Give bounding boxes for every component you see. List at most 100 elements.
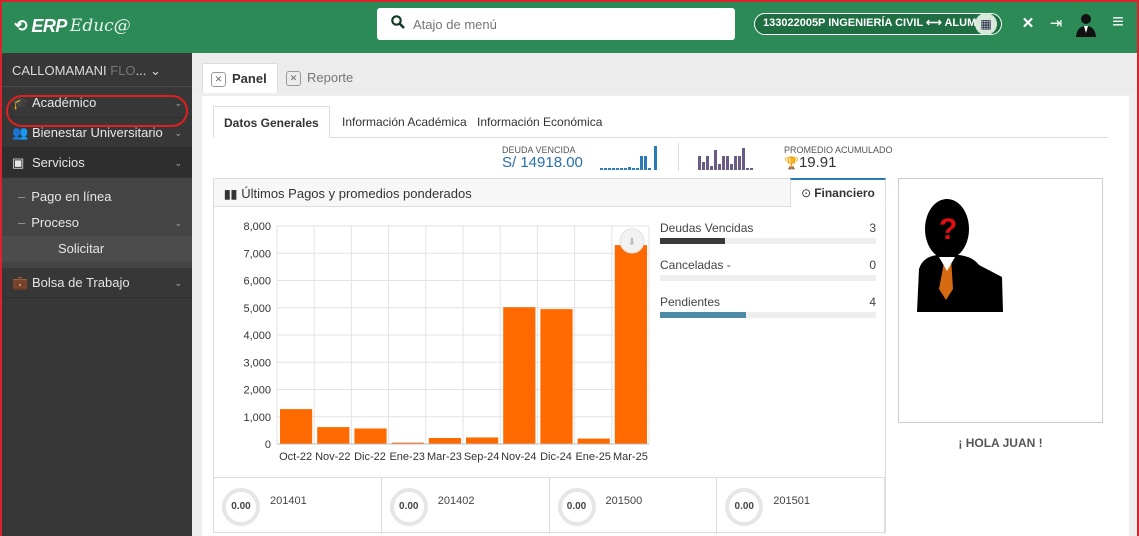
sidebar-user[interactable]: CALLOMAMANI FLO... ⌄ [0, 53, 192, 87]
stat-label: Canceladas - [660, 258, 731, 272]
kpi-separator [678, 143, 679, 171]
stat-row: Pendientes 4 [660, 295, 876, 332]
sidebar-item-label: Pago en línea [31, 189, 112, 204]
bar[interactable] [503, 307, 536, 444]
sidebar-item-bolsa-de-trabajo[interactable]: 💼 Bolsa de Trabajo ⌄ [0, 268, 192, 298]
stat-bar [660, 312, 876, 318]
brand-logo[interactable]: ⟲ ERP Educ@ [14, 13, 131, 39]
y-tick-label: 2,000 [243, 385, 271, 397]
stat-value: 0 [869, 258, 876, 272]
unknown-person-silhouette: ? [917, 199, 1003, 312]
tab-reporte[interactable]: ✕ Reporte [278, 63, 363, 93]
period-averages: 0.00 201401 0.00 201402 0.00 201500 0.00 201501 [214, 477, 885, 534]
sidebar-item-label: Servicios [32, 155, 85, 170]
sidebar-user-blur: FLO [110, 63, 136, 78]
y-tick-label: 5,000 [243, 303, 271, 315]
period-code: 201402 [437, 495, 475, 507]
clock-icon: ⊙ [801, 186, 812, 200]
servicios-submenu: – Pago en línea – Proceso ⌄ Solicitar [0, 178, 192, 268]
x-tick-label: Ene-25 [575, 451, 610, 463]
kpi-value: 19.91 [798, 154, 837, 171]
y-tick-label: 0 [265, 439, 271, 451]
chart-title: ▮▮ Últimos Pagos y promedios ponderados [224, 186, 472, 201]
sidebar-item-label: Bienestar Universitario [32, 125, 163, 140]
search-icon [391, 15, 405, 33]
trophy-icon: 🏆 [784, 156, 799, 170]
y-tick-label: 7,000 [243, 248, 271, 260]
panel: Datos Generales Información Académica In… [202, 96, 1129, 536]
chevron-down-icon: ⌄ [174, 278, 182, 288]
sidebar-item-servicios[interactable]: ▣ Servicios ⌄ [0, 148, 192, 178]
bar[interactable] [614, 245, 647, 444]
x-tick-label: Mar-23 [427, 451, 462, 463]
briefcase-icon: 💼 [12, 275, 29, 290]
y-tick-label: 6,000 [243, 276, 271, 288]
page-tabs: ✕ Panel ✕ Reporte [192, 53, 1139, 93]
user-role-badge[interactable]: 133022005P INGENIERÍA CIVIL ⟷ ALUMNO [754, 13, 1002, 35]
kpi-value-wrap: 🏆19.91 [784, 154, 893, 171]
bar[interactable] [317, 427, 350, 444]
x-tick-label: Nov-24 [501, 451, 536, 463]
top-bar: ⟲ ERP Educ@ 133022005P INGENIERÍA CIVIL … [0, 0, 1139, 53]
period-card: 0.00 201402 [382, 478, 550, 534]
tab-informacion-academica[interactable]: Información Académica [332, 106, 477, 138]
tab-financiero[interactable]: ⊙ Financiero [790, 178, 886, 207]
tab-panel[interactable]: ✕ Panel [202, 63, 278, 93]
sidebar-item-label: Proceso [31, 215, 79, 230]
search-input[interactable] [413, 16, 703, 32]
chart-title-text: Últimos Pagos y promedios ponderados [241, 186, 472, 201]
tab-datos-generales[interactable]: Datos Generales [213, 106, 330, 138]
tab-label: Financiero [814, 186, 875, 200]
period-card: 0.00 201500 [550, 478, 718, 534]
bar[interactable] [540, 309, 573, 444]
kpi-value: S/ 14918.00 [502, 154, 583, 171]
close-icon[interactable]: ✕ [286, 71, 301, 86]
chart-header: ▮▮ Últimos Pagos y promedios ponderados ⊙… [214, 178, 886, 207]
profile-photo: ? [898, 178, 1103, 423]
bar-chart-icon: ▮▮ [224, 187, 238, 201]
x-tick-label: Oct-22 [279, 451, 312, 463]
sidebar-item-pago-en-linea[interactable]: – Pago en línea [0, 184, 192, 210]
period-average-ring: 0.00 [389, 488, 428, 526]
fullscreen-icon[interactable]: ✕ [1017, 13, 1039, 35]
bar[interactable] [428, 438, 461, 444]
greeting: ¡ HOLA JUAN ! [958, 436, 1043, 450]
stat-row: Deudas Vencidas 3 [660, 221, 876, 258]
average-sparkline [698, 148, 760, 170]
sidebar-item-proceso[interactable]: – Proceso ⌄ [0, 210, 192, 236]
period-card: 0.00 201501 [717, 478, 885, 534]
sidebar-item-solicitar[interactable]: Solicitar [0, 236, 192, 262]
brand-wave-icon: ⟲ [14, 18, 28, 35]
bar[interactable] [280, 409, 313, 444]
tab-label: Reporte [307, 70, 354, 85]
tab-label: Panel [232, 71, 267, 86]
stat-label: Pendientes [660, 295, 721, 309]
chevron-down-icon: ⌄ [174, 158, 182, 168]
stat-value: 3 [869, 221, 876, 235]
y-tick-label: 8,000 [243, 221, 271, 233]
sidebar-item-label: Bolsa de Trabajo [32, 275, 130, 290]
period-code: 201401 [270, 495, 307, 507]
sidebar-item-label: Solicitar [58, 241, 105, 256]
brand-main: ERP [31, 15, 67, 36]
x-tick-label: Dic-24 [540, 451, 572, 463]
logout-icon[interactable]: ⇥ [1045, 13, 1067, 35]
menu-search[interactable] [377, 8, 735, 40]
period-average-ring: 0.00 [222, 488, 260, 526]
stat-bar-fill [660, 312, 747, 318]
stat-value: 4 [869, 295, 876, 309]
sidebar-user-name: CALLOMAMANI [12, 63, 107, 78]
tab-informacion-economica[interactable]: Información Económica [467, 106, 612, 138]
user-avatar-icon[interactable] [1073, 11, 1099, 37]
stat-bar [660, 275, 876, 281]
apps-grid-icon[interactable]: ▦ [975, 13, 997, 35]
y-tick-label: 3,000 [243, 357, 271, 369]
bar[interactable] [466, 437, 499, 444]
period-code: 201501 [773, 495, 810, 507]
bar[interactable] [577, 438, 610, 444]
close-icon[interactable]: ✕ [211, 72, 226, 87]
hamburger-menu-icon[interactable]: ≡ [1106, 11, 1130, 33]
bar[interactable] [354, 428, 387, 444]
stat-bar-fill [660, 238, 725, 244]
stat-label: Deudas Vencidas [660, 221, 754, 235]
